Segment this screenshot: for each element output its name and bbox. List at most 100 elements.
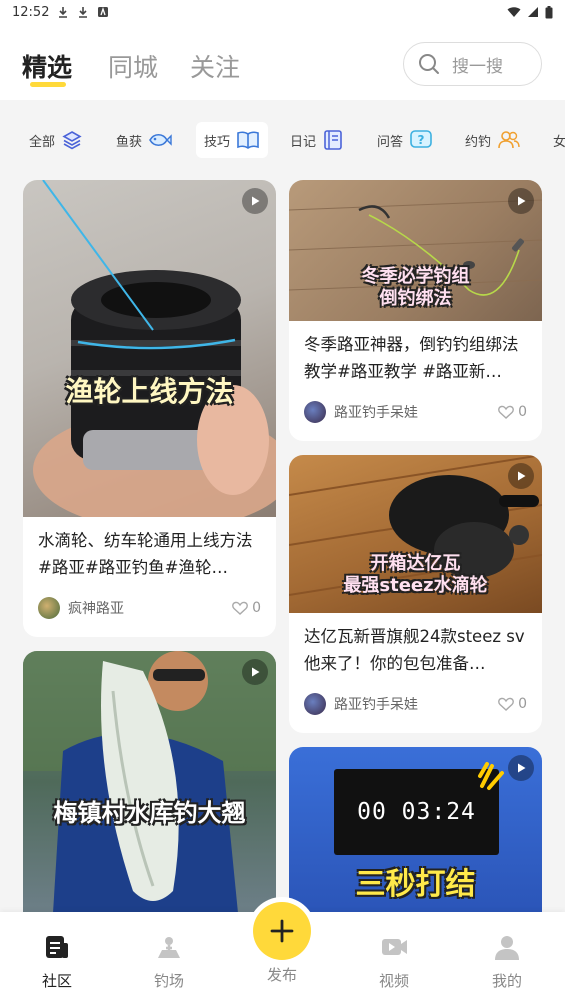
thumbnail-caption: 三秒打结 <box>355 867 476 902</box>
thumbnail-caption: 梅镇村水库钓大翘 <box>53 799 246 827</box>
post-thumbnail: 梅镇村水库钓大翘 <box>23 651 276 913</box>
tab-featured[interactable]: 精选 <box>22 48 73 87</box>
fishing-spot-icon <box>158 937 180 958</box>
plus-icon <box>270 919 294 943</box>
play-icon <box>508 463 534 489</box>
post-card[interactable]: 冬季必学钓组 倒钓绑法 冬季路亚神器，倒钓钓组绑法教学#路亚教学 #路亚新… 路… <box>289 180 542 441</box>
tab-featured-label: 精选 <box>22 53 73 82</box>
signal-icon <box>528 7 538 17</box>
category-bar: 全部 鱼获 技巧 日记 问答 ? 约钓 女 <box>0 100 565 178</box>
category-diary-label: 日记 <box>290 134 317 150</box>
timer-text: 00 03:24 <box>357 799 476 825</box>
search-icon <box>419 54 439 74</box>
avatar[interactable] <box>304 401 326 423</box>
post-card[interactable]: 梅镇村水库钓大翘 <box>23 651 276 913</box>
users-icon <box>498 131 520 149</box>
like-count: 0 <box>252 600 261 616</box>
tab-following[interactable]: 关注 <box>190 48 240 84</box>
author-name[interactable]: 疯神路亚 <box>68 598 124 618</box>
post-title: 水滴轮、纺车轮通用上线方法#路亚#路亚钓鱼#渔轮… <box>38 531 253 577</box>
top-nav: 精选 同城 关注 搜一搜 <box>0 24 565 100</box>
like-button[interactable]: 0 <box>498 404 527 420</box>
play-icon <box>508 188 534 214</box>
category-meetup[interactable]: 约钓 <box>465 122 521 158</box>
author-name[interactable]: 路亚钓手呆娃 <box>334 694 418 714</box>
post-thumbnail: 渔轮上线方法 <box>23 180 276 517</box>
status-bar: 12:52 <box>0 0 565 24</box>
nav-fishing-spot-label: 钓场 <box>153 972 184 990</box>
category-female-label: 女 <box>553 134 565 150</box>
thumbnail-caption-line2: 倒钓绑法 <box>379 288 452 309</box>
nav-video-label: 视频 <box>378 972 409 990</box>
svg-text:?: ? <box>418 133 425 147</box>
like-count: 0 <box>518 404 527 420</box>
category-all-label: 全部 <box>29 134 56 150</box>
wifi-icon <box>507 7 521 17</box>
tab-nearby[interactable]: 同城 <box>108 48 158 84</box>
post-title: 达亿瓦新晋旗舰24款steez sv他来了！你的包包准备… <box>304 627 525 673</box>
tab-following-label: 关注 <box>190 53 241 82</box>
play-icon <box>242 659 268 685</box>
category-diary[interactable]: 日记 <box>290 122 344 158</box>
category-qa-label: 问答 <box>377 134 404 150</box>
category-catch-label: 鱼获 <box>116 134 143 150</box>
category-qa[interactable]: 问答 ? <box>377 122 433 158</box>
nav-community-label: 社区 <box>41 972 72 990</box>
category-skills-label: 技巧 <box>204 134 231 150</box>
nav-me[interactable]: 我的 <box>477 932 537 991</box>
nav-fishing-spot[interactable]: 钓场 <box>139 932 199 991</box>
play-icon <box>242 188 268 214</box>
thumbnail-caption: 开箱达亿瓦 最强steez水滴轮 <box>289 553 542 597</box>
like-button[interactable]: 0 <box>232 600 261 616</box>
author-name[interactable]: 路亚钓手呆娃 <box>334 402 418 422</box>
post-thumbnail: 冬季必学钓组 倒钓绑法 <box>289 180 542 321</box>
post-card[interactable]: 渔轮上线方法 水滴轮、纺车轮通用上线方法#路亚#路亚钓鱼#渔轮… 疯神路亚 0 <box>23 180 276 637</box>
post-card[interactable]: 开箱达亿瓦 最强steez水滴轮 达亿瓦新晋旗舰24款steez sv他来了！你… <box>289 455 542 733</box>
thumbnail-caption-line1: 开箱达亿瓦 <box>370 553 461 574</box>
search-placeholder: 搜一搜 <box>452 56 503 77</box>
app-notification-icon <box>98 6 109 17</box>
post-title: 冬季路亚神器，倒钓钓组绑法教学#路亚教学 #路亚新… <box>304 335 519 381</box>
avatar[interactable] <box>304 693 326 715</box>
nav-publish-label-wrap[interactable]: 发布 <box>252 964 312 985</box>
nav-video[interactable]: 视频 <box>364 932 424 991</box>
nav-community[interactable]: 社区 <box>27 932 87 991</box>
heart-icon <box>498 405 514 419</box>
publish-button[interactable] <box>253 902 311 960</box>
reel-spool-image <box>33 180 276 517</box>
category-female[interactable]: 女 <box>553 122 565 158</box>
status-time: 12:52 <box>12 4 50 20</box>
play-icon <box>508 755 534 781</box>
layers-icon <box>62 131 82 150</box>
like-count: 0 <box>518 696 527 712</box>
like-button[interactable]: 0 <box>498 696 527 712</box>
thumbnail-caption: 冬季必学钓组 倒钓绑法 <box>289 266 542 310</box>
angler-fish-image <box>23 651 276 913</box>
avatar[interactable] <box>38 597 60 619</box>
battery-icon <box>545 5 553 18</box>
category-meetup-label: 约钓 <box>465 134 492 150</box>
notebook-icon <box>324 130 342 150</box>
search-input[interactable]: 搜一搜 <box>403 42 542 86</box>
thumbnail-caption-line2: 最强steez水滴轮 <box>343 575 488 596</box>
active-tab-indicator <box>30 82 66 87</box>
thumbnail-caption-line1: 冬季必学钓组 <box>361 266 470 287</box>
tab-nearby-label: 同城 <box>108 53 159 82</box>
category-skills[interactable]: 技巧 <box>196 122 269 158</box>
heart-icon <box>232 601 248 615</box>
video-icon <box>382 939 407 955</box>
question-icon: ? <box>410 130 432 148</box>
category-catch[interactable]: 鱼获 <box>116 122 172 158</box>
thumbnail-caption: 渔轮上线方法 <box>65 375 234 408</box>
category-all[interactable]: 全部 <box>29 122 83 158</box>
fish-icon <box>149 133 172 147</box>
sparkle-icon <box>478 762 504 790</box>
heart-icon <box>498 697 514 711</box>
post-card[interactable]: 00 03:24 三秒打结 <box>289 747 542 913</box>
download-icon <box>79 7 88 18</box>
timer-display: 00 03:24 <box>334 769 499 855</box>
download-icon <box>59 7 68 18</box>
book-icon <box>237 131 259 149</box>
nav-me-label: 我的 <box>491 972 522 990</box>
community-icon <box>46 936 68 958</box>
